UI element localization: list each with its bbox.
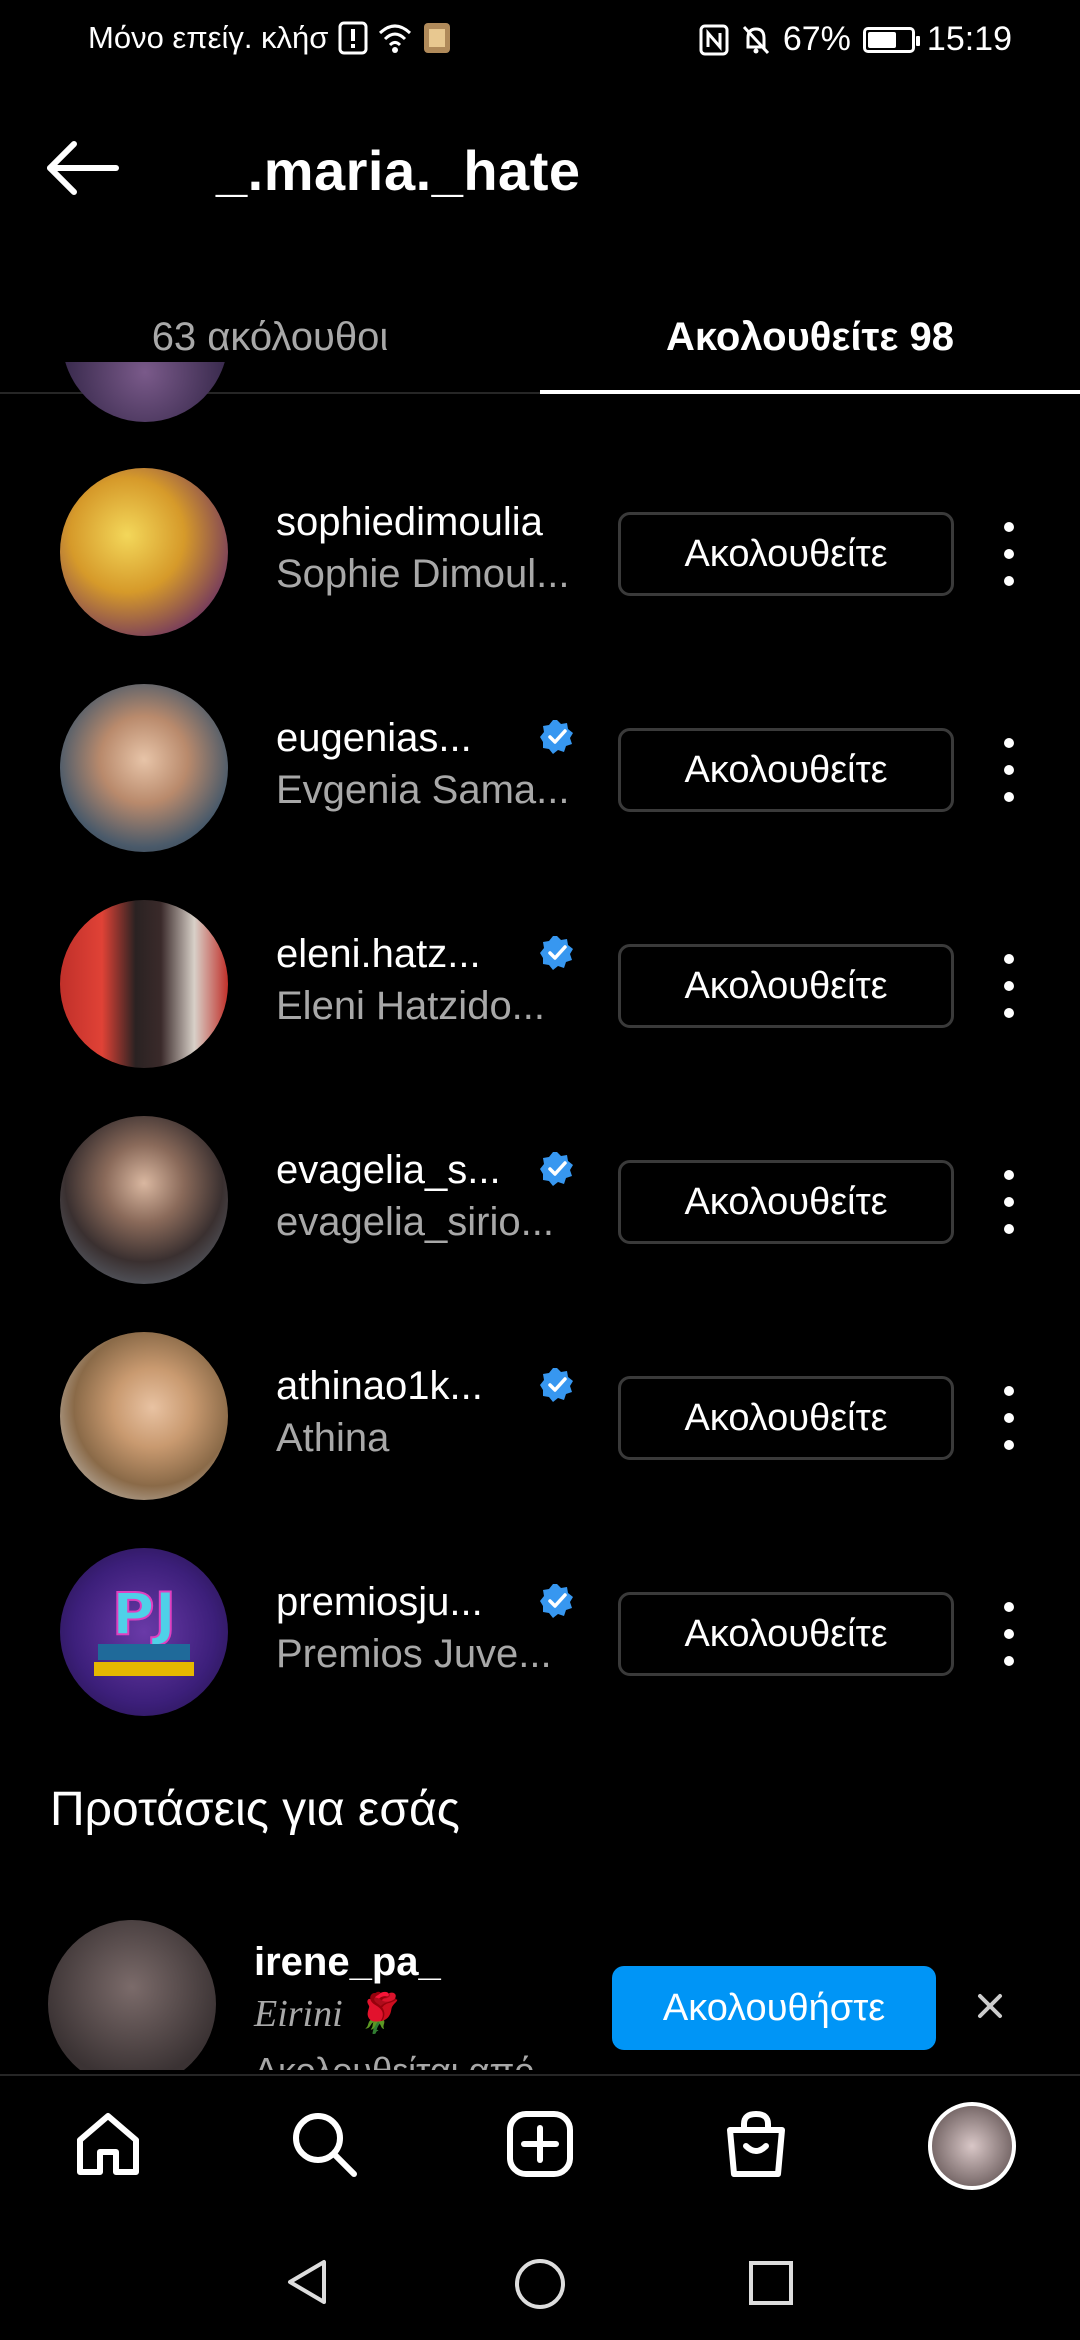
list-item[interactable]: eleni.hatz... Eleni Hatzido... Ακολουθεί… [0, 876, 1080, 1092]
home-icon[interactable] [70, 2106, 146, 2182]
user-names: eleni.hatz... Eleni Hatzido... [276, 928, 596, 1029]
carrier-text: Μόνο επείγ. κλήσ [88, 20, 329, 55]
bottom-nav [0, 2074, 1080, 2220]
battery-fill [867, 31, 897, 48]
wifi-icon [379, 24, 412, 53]
full-name: Evgenia Sama... [276, 768, 570, 812]
notification-app-icon [424, 23, 451, 53]
back-arrow-icon[interactable] [44, 138, 120, 198]
verified-badge-icon [540, 720, 573, 754]
follow-button[interactable]: Ακολουθήστε [612, 1966, 936, 2050]
clock: 15:19 [926, 20, 1012, 58]
full-name: Athina [276, 1416, 390, 1460]
verified-badge-icon [540, 1368, 573, 1402]
avatar[interactable] [60, 684, 228, 852]
following-button[interactable]: Ακολουθείτε [618, 728, 954, 812]
avatar[interactable] [60, 1332, 228, 1500]
avatar[interactable] [60, 468, 228, 636]
verified-badge-icon [540, 1152, 573, 1186]
more-options-icon[interactable] [994, 1380, 1024, 1456]
following-button[interactable]: Ακολουθείτε [618, 1160, 954, 1244]
user-names: athinao1k... Athina [276, 1360, 596, 1461]
alert-sim-icon [338, 21, 368, 55]
status-bar: Μόνο επείγ. κλήσ 67% 15:19 [0, 0, 1080, 80]
list-item[interactable]: eugenias... Evgenia Sama... Ακολουθείτε [0, 660, 1080, 876]
active-tab-indicator [540, 390, 1080, 394]
verified-badge-icon [540, 1584, 573, 1618]
battery-icon [862, 26, 920, 53]
system-recents-icon[interactable] [746, 2258, 796, 2308]
user-names: evagelia_s... evagelia_sirio... [276, 1144, 596, 1245]
more-options-icon[interactable] [994, 1596, 1024, 1672]
tab-following[interactable]: Ακολουθείτε 98 [540, 280, 1080, 394]
list-item[interactable]: athinao1k... Athina Ακολουθείτε [0, 1308, 1080, 1524]
close-icon[interactable] [970, 1986, 1010, 2026]
suggestion-item[interactable]: irene_pa_ Eirini 🌹 Ακολουθείται από Ακολ… [0, 1920, 1080, 2070]
profile-avatar-tab[interactable] [928, 2102, 1016, 2190]
search-icon[interactable] [286, 2106, 362, 2182]
premios-logo-icon: PJ [94, 1579, 194, 1676]
user-names: eugenias... Evgenia Sama... [276, 712, 596, 813]
system-back-icon[interactable] [282, 2256, 334, 2308]
shop-bag-icon[interactable] [718, 2106, 794, 2182]
battery-percent: 67% [782, 20, 851, 58]
more-options-icon[interactable] [994, 732, 1024, 808]
partial-avatar [62, 362, 228, 422]
user-names: sophiedimoulia Sophie Dimoul... [276, 496, 596, 597]
avatar[interactable] [48, 1920, 216, 2070]
avatar[interactable] [60, 900, 228, 1068]
status-left: Μόνο επείγ. κλήσ [88, 20, 452, 56]
full-name: evagelia_sirio... [276, 1200, 554, 1244]
header: _.maria._hate [0, 120, 1080, 220]
verified-badge-icon [540, 936, 573, 970]
list-item[interactable]: sophiedimoulia Sophie Dimoul... Ακολουθε… [0, 444, 1080, 660]
following-button[interactable]: Ακολουθείτε [618, 512, 954, 596]
following-button[interactable]: Ακολουθείτε [618, 1376, 954, 1460]
svg-text:PJ: PJ [112, 1580, 176, 1648]
suggestion-mutual-text: Ακολουθείται από [254, 2050, 534, 2070]
system-home-icon[interactable] [512, 2256, 568, 2312]
profile-username-title: _.maria._hate [216, 139, 581, 202]
mute-bell-icon [742, 25, 769, 54]
avatar[interactable] [60, 1116, 228, 1284]
create-post-icon[interactable] [502, 2106, 578, 2182]
full-name: Premios Juve... [276, 1632, 552, 1676]
more-options-icon[interactable] [994, 516, 1024, 592]
status-right: 67% 15:19 [699, 20, 1012, 59]
system-nav-bar [0, 2220, 1080, 2340]
suggestion-username[interactable]: irene_pa_ [254, 1940, 441, 1985]
full-name: Sophie Dimoul... [276, 552, 570, 596]
user-names: premiosju... Premios Juve... [276, 1576, 596, 1677]
following-button[interactable]: Ακολουθείτε [618, 1592, 954, 1676]
list-item[interactable]: evagelia_s... evagelia_sirio... Ακολουθε… [0, 1092, 1080, 1308]
more-options-icon[interactable] [994, 948, 1024, 1024]
avatar[interactable]: PJ [60, 1548, 228, 1716]
full-name: Eleni Hatzido... [276, 984, 546, 1028]
following-button[interactable]: Ακολουθείτε [618, 944, 954, 1028]
list-item[interactable]: PJ premiosju... Premios Juve... Ακολουθε… [0, 1524, 1080, 1740]
suggestions-heading: Προτάσεις για εσάς [50, 1783, 460, 1836]
nfc-icon [699, 24, 729, 55]
more-options-icon[interactable] [994, 1164, 1024, 1240]
suggestion-full-name: Eirini 🌹 [254, 1993, 400, 2035]
username[interactable]: sophiedimoulia [276, 496, 596, 548]
